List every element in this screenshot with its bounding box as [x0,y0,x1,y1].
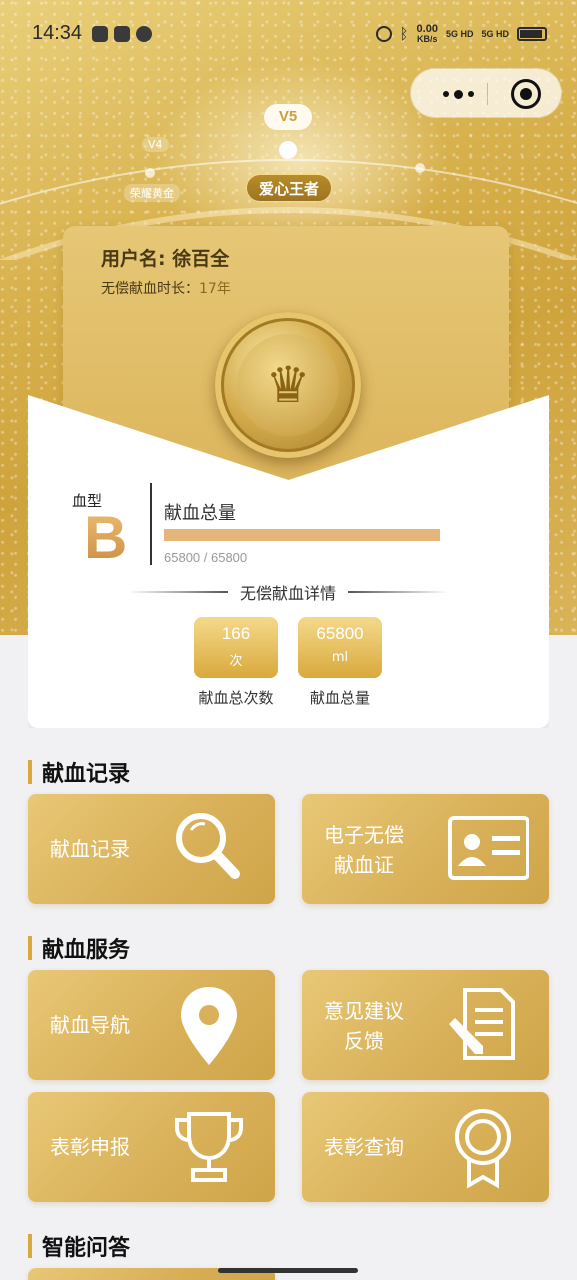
records-tile[interactable]: 献血记录 [28,794,275,904]
level-current-title: 爱心王者 [246,174,332,202]
divider-line [348,591,449,593]
trophy-icon [175,1112,243,1182]
divider-line [128,591,228,593]
tile-label: 意见建议 反馈 [324,996,404,1056]
signal-icon-1: 5G HD [445,28,474,39]
vertical-divider [150,483,152,565]
bluetooth-icon: ᛒ [399,25,409,43]
status-time: 14:34 [32,22,83,44]
tile-label: 表彰查询 [324,1135,404,1159]
app-notification-icon [92,26,108,42]
tile-label-line2: 反馈 [344,1029,384,1053]
award-ribbon-icon [455,1109,511,1189]
tile-label: 电子无偿 献血证 [324,820,404,880]
signal-icon-2: 5G HD [481,28,509,39]
commend-query-tile[interactable]: 表彰查询 [302,1092,549,1202]
feedback-tile[interactable]: 意见建议 反馈 [302,970,549,1080]
dot-icon [453,89,463,99]
stat-donation-count: 166 次 [194,617,278,678]
dot-icon [442,91,449,97]
commend-apply-tile[interactable]: 表彰申报 [28,1092,275,1202]
section-title-services: 献血服务 [28,932,130,964]
tile-label-line2: 献血证 [334,853,394,877]
blood-type-value: B [84,504,128,571]
username: 用户名: 徐百全 [101,248,230,270]
tile-label-line1: 电子无偿 [324,823,404,847]
document-edit-icon [449,988,515,1060]
home-indicator[interactable] [218,1268,358,1273]
stat-unit: ml [331,650,349,665]
battery-icon [517,27,547,41]
stat-caption: 献血总次数 [198,689,274,707]
status-app-icons [92,26,152,42]
total-volume-progress-fill [164,529,440,541]
details-title: 无偿献血详情 [240,584,337,603]
alarm-icon [375,26,392,42]
donation-duration-label: 无偿献血时长： [101,281,199,297]
navigation-tile[interactable]: 献血导航 [28,970,275,1080]
total-volume-label: 献血总量 [164,503,236,524]
donation-duration-value: 17年 [199,281,231,297]
total-volume-progress [164,529,440,541]
section-title-records: 献血记录 [28,756,130,788]
tile-label: 表彰申报 [50,1135,130,1159]
donation-data-card: 血型 B 献血总量 65800 / 65800 无偿献血详情 166 次 献血总… [28,395,549,728]
stat-value: 65800 [316,624,364,643]
stat-donation-volume: 65800 ml [298,617,382,678]
level-node-v4 [145,168,155,178]
app-notification-icon [114,26,130,42]
level-node-next [415,163,425,173]
id-card-icon [448,816,529,880]
map-pin-icon [181,987,237,1065]
details-heading: 无偿献血详情 [128,581,449,603]
stat-unit: 次 [229,654,243,669]
total-volume-progress-text: 65800 / 65800 [164,550,248,565]
dot-icon [467,91,474,97]
donation-duration: 无偿献血时长：17年 [101,278,231,298]
network-speed-unit: KB/s [417,34,438,44]
level-v4-title: 荣耀黄金 [124,184,180,202]
tile-label: 献血记录 [50,837,130,861]
level-node-v5 [279,141,297,159]
certificate-tile[interactable]: 电子无偿 献血证 [302,794,549,904]
stat-caption: 献血总量 [309,689,370,707]
app-notification-icon [136,26,152,42]
search-icon [176,813,240,879]
status-bar: 14:34 ᛒ 0.00 KB/s 5G HD 5G HD [0,0,577,68]
section-title-qa: 智能问答 [28,1230,130,1262]
level-v5-badge: V5 [264,104,312,130]
tile-label: 献血导航 [50,1013,130,1037]
stat-value: 166 [221,624,251,643]
level-v4-label: V4 [142,137,169,152]
tile-label-line1: 意见建议 [324,999,404,1023]
status-right-group: ᛒ 0.00 KB/s 5G HD 5G HD [375,24,547,45]
network-speed: 0.00 KB/s [417,24,438,45]
